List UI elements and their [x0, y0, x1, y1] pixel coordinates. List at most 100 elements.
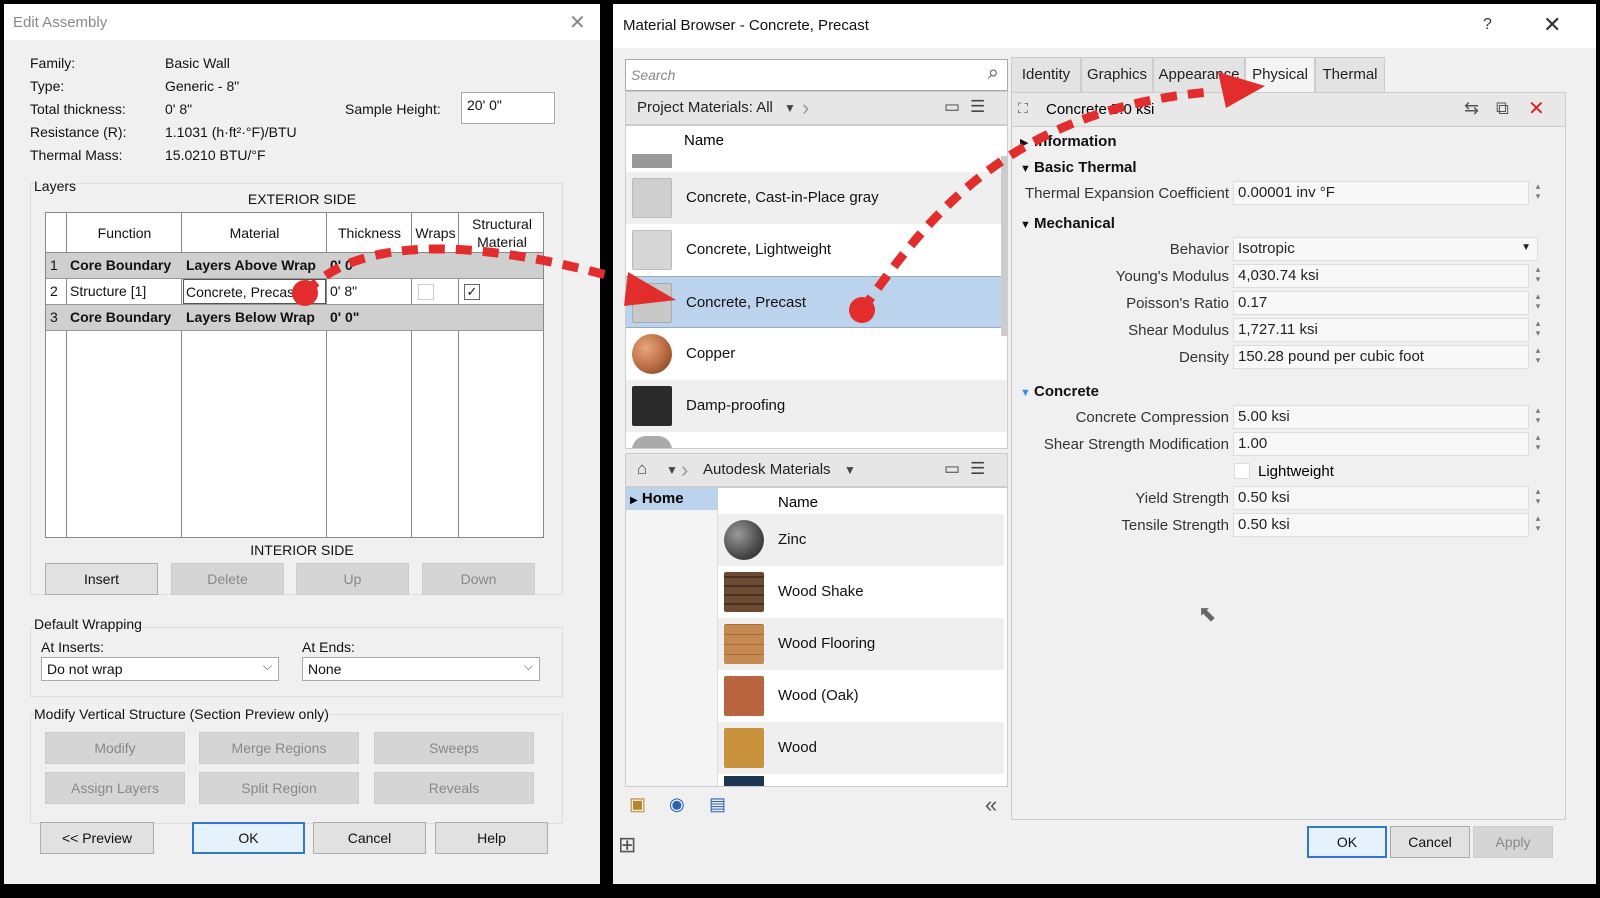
list-item[interactable]: Copper [626, 328, 1007, 380]
cancel-button[interactable]: Cancel [313, 822, 426, 854]
table-row[interactable]: 3 Core Boundary Layers Below Wrap 0' 0" [46, 305, 543, 331]
preview-button[interactable]: << Preview [40, 822, 154, 854]
row-material[interactable]: Layers Below Wrap [186, 305, 315, 331]
list-view-icon[interactable]: ☰ [970, 97, 985, 117]
spinner-icon[interactable]: ▴ ▾ [1532, 291, 1544, 315]
home-icon[interactable]: ⌂ [637, 459, 647, 479]
project-materials-list[interactable]: Name Concrete, Cast-in-Place gray Concre… [625, 125, 1008, 449]
merge-regions-button[interactable]: Merge Regions [199, 732, 359, 764]
table-row[interactable]: 2 Structure [1] Concrete, Precast 0' 8" … [46, 279, 543, 305]
assign-layers-button[interactable]: Assign Layers [45, 772, 185, 804]
list-item[interactable]: Concrete, Lightweight [626, 224, 1007, 276]
shear-modulus-field[interactable]: 1,727.11 ksi [1233, 318, 1529, 342]
list-item[interactable]: Wood (Oak) [718, 670, 1004, 722]
apply-button[interactable]: Apply [1473, 826, 1553, 858]
library-materials-list[interactable]: Name Zinc Wood Shake Wood Flooring Wood … [718, 488, 1004, 786]
tree-item-home[interactable]: ▶ Home [626, 488, 718, 510]
list-item[interactable]: Concrete, Cast-in-Place gray [626, 172, 1007, 224]
chevron-down-icon[interactable]: ▼ [844, 463, 856, 477]
modify-button[interactable]: Modify [45, 732, 185, 764]
spinner-icon[interactable]: ▴ ▾ [1532, 486, 1544, 510]
spinner-icon[interactable]: ▴ ▾ [1532, 432, 1544, 456]
search-icon[interactable]: ⌕ [988, 62, 999, 85]
tensile-strength-field[interactable]: 0.50 ksi [1233, 513, 1529, 537]
library-name[interactable]: Autodesk Materials [703, 461, 831, 478]
name-column-header[interactable]: Name [684, 132, 724, 149]
list-item[interactable]: Concrete, Precast [626, 276, 1007, 328]
concrete-section[interactable]: ▼ Concrete [1020, 383, 1099, 400]
insert-button[interactable]: Insert [45, 563, 158, 595]
project-materials-filter[interactable]: Project Materials: All [637, 99, 773, 116]
density-field[interactable]: 150.28 pound per cubic foot [1233, 345, 1529, 369]
name-column-header[interactable]: Name [778, 494, 818, 511]
tab-physical[interactable]: Physical [1245, 57, 1315, 93]
close-icon[interactable]: ✕ [1543, 12, 1561, 38]
spinner-icon[interactable]: ▴ ▾ [1532, 264, 1544, 288]
row-material[interactable]: Layers Above Wrap [186, 253, 316, 279]
concrete-compression-field[interactable]: 5.00 ksi [1233, 405, 1529, 429]
spinner-icon[interactable]: ▴ ▾ [1532, 345, 1544, 369]
header-structural-material[interactable]: Structural Material [459, 213, 545, 253]
ok-button[interactable]: OK [1307, 826, 1387, 858]
row-thickness[interactable]: 0' 0" [330, 305, 359, 331]
scrollbar[interactable] [1001, 156, 1007, 336]
row-thickness[interactable]: 0' 0" [330, 253, 359, 279]
help-icon[interactable]: ? [1483, 16, 1492, 34]
list-item[interactable]: Wood [718, 722, 1004, 774]
tab-graphics[interactable]: Graphics [1081, 57, 1153, 93]
list-item[interactable]: Zinc [718, 514, 1004, 566]
spinner-icon[interactable]: ▴ ▾ [1532, 318, 1544, 342]
chevron-down-icon[interactable]: ▼ [666, 463, 678, 477]
down-button[interactable]: Down [422, 563, 535, 595]
search-input[interactable]: Search ⌕ [625, 59, 1008, 91]
cancel-button[interactable]: Cancel [1390, 826, 1470, 858]
ok-button[interactable]: OK [192, 822, 305, 854]
shear-strength-mod-field[interactable]: 1.00 [1233, 432, 1529, 456]
list-item[interactable]: Wood Flooring [718, 618, 1004, 670]
row-material[interactable]: Concrete, Precast [183, 279, 326, 304]
basic-thermal-section[interactable]: ▼ Basic Thermal [1020, 159, 1137, 176]
spinner-icon[interactable]: ▴ ▾ [1532, 181, 1544, 205]
up-button[interactable]: Up [296, 563, 409, 595]
tab-thermal[interactable]: Thermal [1315, 57, 1385, 93]
chevron-down-icon[interactable]: ▼ [784, 101, 796, 115]
open-library-icon[interactable]: ▣ [629, 794, 646, 815]
asset-browser-icon[interactable]: ▤ [709, 794, 726, 815]
row-thickness[interactable]: 0' 8" [330, 279, 357, 305]
lightweight-checkbox[interactable] [1234, 463, 1250, 479]
collapse-icon[interactable]: « [985, 792, 997, 818]
expand-icon[interactable]: ▶ [630, 495, 638, 506]
list-item[interactable]: Wood Shake [718, 566, 1004, 618]
wraps-checkbox[interactable] [418, 284, 434, 300]
close-icon[interactable]: ✕ [569, 10, 586, 35]
delete-button[interactable]: Delete [171, 563, 284, 595]
create-material-icon[interactable]: ◉ [669, 794, 685, 815]
list-item[interactable]: Damp-proofing [626, 380, 1007, 432]
yield-strength-field[interactable]: 0.50 ksi [1233, 486, 1529, 510]
header-thickness[interactable]: Thickness [327, 213, 412, 253]
material-editor-toggle-icon[interactable]: ⊞ [618, 832, 636, 858]
sample-height-input[interactable]: 20' 0" [461, 92, 555, 124]
sweeps-button[interactable]: Sweeps [374, 732, 534, 764]
row-function[interactable]: Core Boundary [70, 305, 171, 331]
behavior-select[interactable]: Isotropic ▼ [1233, 237, 1538, 261]
at-inserts-select[interactable]: Do not wrap ⌵ [41, 657, 279, 681]
duplicate-asset-icon[interactable]: ⧉ [1496, 98, 1509, 119]
tab-appearance[interactable]: Appearance [1153, 57, 1245, 93]
spinner-icon[interactable]: ▴ ▾ [1532, 513, 1544, 537]
row-function[interactable]: Structure [1] [70, 279, 146, 305]
thermal-expansion-field[interactable]: 0.00001 inv °F [1233, 181, 1529, 205]
remove-asset-icon[interactable]: ✕ [1528, 96, 1545, 121]
layers-table[interactable]: Function Material Thickness Wraps Struct… [45, 212, 544, 538]
header-function[interactable]: Function [67, 213, 182, 253]
spinner-icon[interactable]: ▴ ▾ [1532, 405, 1544, 429]
help-button[interactable]: Help [435, 822, 548, 854]
row-function[interactable]: Core Boundary [70, 253, 171, 279]
list-view-icon[interactable]: ☰ [970, 459, 985, 479]
mechanical-section[interactable]: ▼ Mechanical [1020, 215, 1115, 232]
poissons-ratio-field[interactable]: 0.17 [1233, 291, 1529, 315]
view-toggle-icon[interactable]: ▭ [944, 97, 960, 117]
replace-asset-icon[interactable]: ⇆ [1464, 98, 1479, 119]
youngs-modulus-field[interactable]: 4,030.74 ksi [1233, 264, 1529, 288]
structural-material-checkbox[interactable]: ✓ [464, 284, 480, 300]
